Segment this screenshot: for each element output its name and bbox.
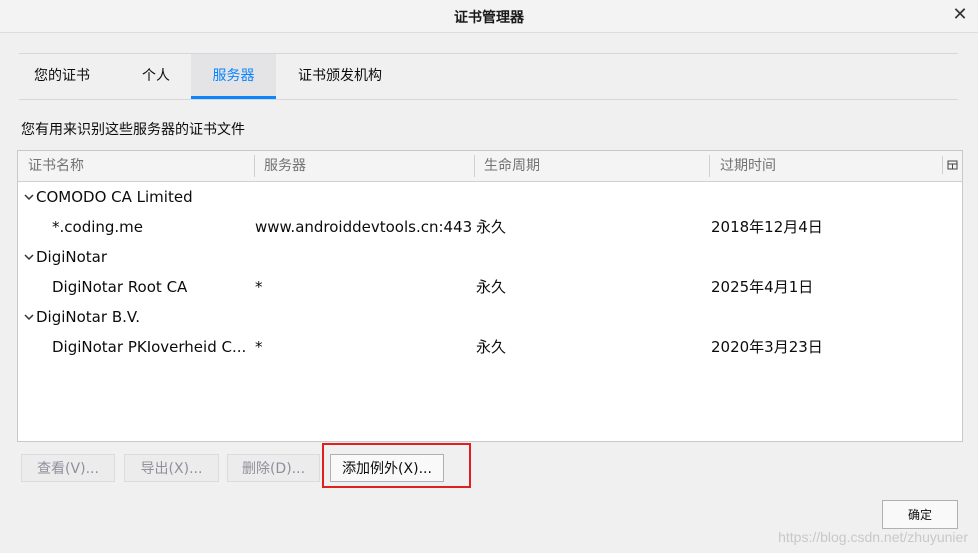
tab-authorities[interactable]: 证书颁发机构 bbox=[287, 54, 393, 96]
cert-server: * bbox=[255, 278, 263, 296]
cert-server: * bbox=[255, 338, 263, 356]
cert-lifetime: 永久 bbox=[476, 218, 507, 236]
delete-button[interactable]: 删除(D)... bbox=[227, 454, 320, 482]
close-icon[interactable]: ✕ bbox=[950, 5, 970, 25]
certificate-tree[interactable]: 证书名称 服务器 生命周期 过期时间 COMODO CA Limited *.c… bbox=[17, 150, 963, 442]
tree-group-row[interactable]: DigiNotar B.V. bbox=[18, 302, 962, 332]
column-picker-icon[interactable] bbox=[942, 156, 961, 174]
cert-expires: 2020年3月23日 bbox=[711, 338, 823, 356]
chevron-down-icon[interactable] bbox=[23, 302, 35, 332]
tree-group-row[interactable]: COMODO CA Limited bbox=[18, 182, 962, 212]
cert-expires: 2025年4月1日 bbox=[711, 278, 814, 296]
title-bar: 证书管理器 ✕ bbox=[0, 0, 978, 33]
column-header-expires[interactable]: 过期时间 bbox=[720, 151, 776, 181]
group-name: DigiNotar B.V. bbox=[36, 308, 140, 326]
tab-servers[interactable]: 服务器 bbox=[191, 54, 276, 99]
tree-cert-row[interactable]: DigiNotar PKIoverheid C... * 永久 2020年3月2… bbox=[18, 332, 962, 362]
tree-group-row[interactable]: DigiNotar bbox=[18, 242, 962, 272]
group-name: DigiNotar bbox=[36, 248, 108, 266]
view-button[interactable]: 查看(V)... bbox=[21, 454, 115, 482]
cert-name: DigiNotar PKIoverheid C... bbox=[52, 338, 247, 356]
column-header-server[interactable]: 服务器 bbox=[264, 151, 306, 181]
chevron-down-icon[interactable] bbox=[23, 182, 35, 212]
group-name: COMODO CA Limited bbox=[36, 188, 193, 206]
ok-button[interactable]: 确定 bbox=[882, 500, 958, 529]
tab-your-certificates[interactable]: 您的证书 bbox=[19, 54, 105, 96]
tree-cert-row[interactable]: DigiNotar Root CA * 永久 2025年4月1日 bbox=[18, 272, 962, 302]
cert-lifetime: 永久 bbox=[476, 278, 507, 296]
window-title: 证书管理器 bbox=[454, 10, 524, 26]
tab-people[interactable]: 个人 bbox=[123, 54, 189, 96]
column-header-lifetime[interactable]: 生命周期 bbox=[484, 151, 540, 181]
column-header-cert-name[interactable]: 证书名称 bbox=[28, 151, 84, 181]
tab-bar: 您的证书 个人 服务器 证书颁发机构 bbox=[19, 53, 958, 100]
cert-lifetime: 永久 bbox=[476, 338, 507, 356]
cert-name: DigiNotar Root CA bbox=[52, 278, 188, 296]
watermark: https://blog.csdn.net/zhuyunier bbox=[778, 529, 968, 545]
tree-header: 证书名称 服务器 生命周期 过期时间 bbox=[18, 151, 962, 182]
column-separator[interactable] bbox=[474, 155, 475, 177]
tree-cert-row[interactable]: *.coding.me www.androiddevtools.cn:443 永… bbox=[18, 212, 962, 242]
cert-server: www.androiddevtools.cn:443 bbox=[255, 218, 473, 236]
column-separator[interactable] bbox=[254, 155, 255, 177]
add-exception-button[interactable]: 添加例外(X)... bbox=[330, 454, 444, 482]
column-separator[interactable] bbox=[709, 155, 710, 177]
chevron-down-icon[interactable] bbox=[23, 242, 35, 272]
cert-name: *.coding.me bbox=[52, 218, 144, 236]
tab-description: 您有用来识别这些服务器的证书文件 bbox=[21, 122, 245, 138]
cert-expires: 2018年12月4日 bbox=[711, 218, 823, 236]
export-button[interactable]: 导出(X)... bbox=[124, 454, 219, 482]
